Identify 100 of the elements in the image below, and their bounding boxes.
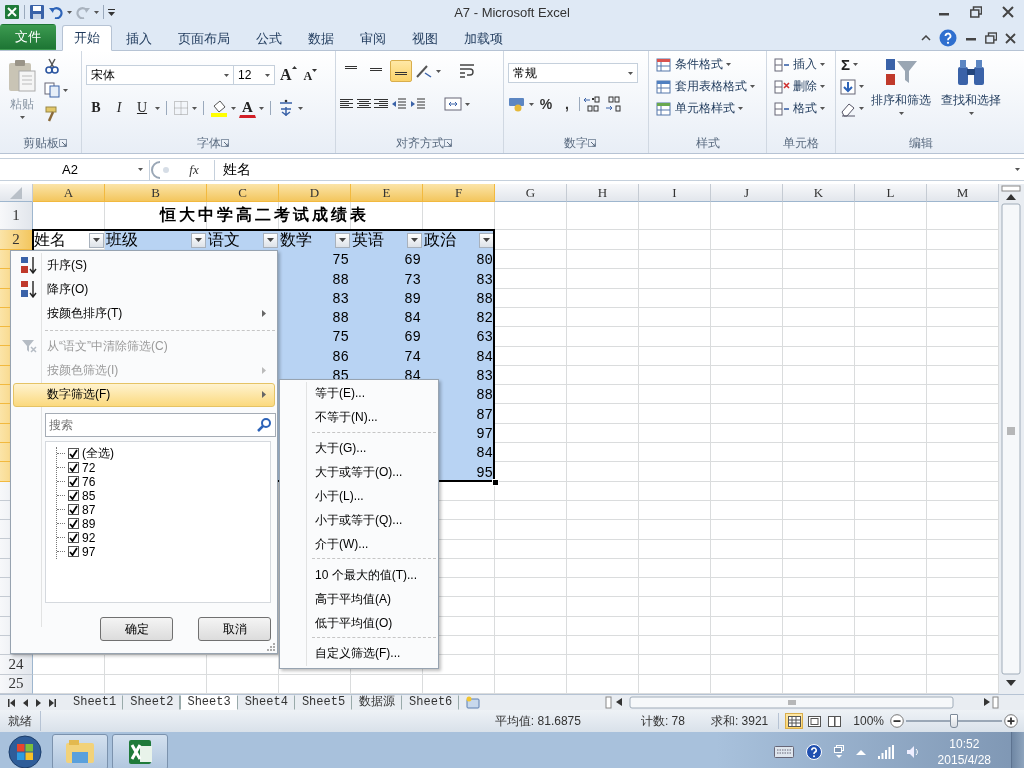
accounting-format-icon[interactable] — [508, 96, 526, 112]
caret-icon[interactable] — [267, 238, 274, 242]
spreadsheet-logo-icon[interactable] — [4, 4, 20, 20]
ribbon-menu-button[interactable]: 单元格样式 — [653, 98, 762, 119]
caret-icon[interactable] — [483, 238, 490, 242]
caret-icon[interactable] — [750, 85, 755, 88]
table-style-icon[interactable] — [656, 78, 672, 95]
zoom-level[interactable]: 100% — [843, 714, 890, 728]
autosum-button[interactable]: Σ — [840, 54, 864, 75]
menu-item[interactable]: 低于平均值(O) — [282, 611, 436, 636]
checkbox[interactable] — [68, 546, 79, 558]
horizontal-scrollbar[interactable] — [604, 695, 1000, 710]
first-sheet-icon[interactable] — [8, 698, 15, 707]
italic-button[interactable]: I — [109, 98, 129, 118]
font-name-field[interactable]: 宋体 — [86, 65, 234, 85]
menu-item[interactable]: 数字筛选(F) — [13, 382, 275, 407]
menu-item[interactable]: 10 个最大的值(T)... — [282, 563, 436, 588]
start-button[interactable] — [8, 735, 42, 768]
align-left-icon[interactable] — [340, 98, 354, 110]
table-cell[interactable]: 语文 — [207, 230, 279, 250]
ribbon-tab[interactable]: 数据 — [296, 27, 346, 50]
resize-grip-icon[interactable] — [267, 643, 275, 652]
caret-icon[interactable] — [67, 10, 72, 14]
column-header[interactable]: M — [927, 184, 999, 202]
menu-item[interactable]: 按颜色排序(T) — [13, 301, 275, 326]
ribbon-tab[interactable]: 页面布局 — [166, 27, 242, 50]
shrink-font-button[interactable]: A — [301, 65, 320, 85]
font-size-field[interactable]: 12 — [233, 65, 275, 85]
checkbox[interactable] — [68, 532, 79, 544]
caret-icon[interactable] — [1015, 168, 1020, 171]
caret-icon[interactable] — [339, 238, 346, 242]
row-header[interactable]: 2 — [0, 230, 33, 250]
align-right-icon[interactable] — [374, 98, 388, 110]
dialog-launcher-icon[interactable] — [588, 139, 596, 147]
close-icon[interactable] — [1005, 32, 1016, 44]
caret-icon[interactable] — [436, 69, 441, 73]
column-header[interactable]: L — [855, 184, 927, 202]
column-header[interactable]: B — [105, 184, 207, 202]
caret-icon[interactable] — [853, 63, 858, 66]
row-header[interactable]: 24 — [0, 655, 33, 675]
menu-item[interactable]: 自定义筛选(F)... — [282, 641, 436, 666]
column-header[interactable]: C — [207, 184, 279, 202]
checkbox[interactable] — [68, 518, 79, 530]
down-arrow-icon[interactable] — [312, 69, 318, 72]
menu-item[interactable]: 小于或等于(Q)... — [282, 508, 436, 533]
scissors-icon[interactable] — [44, 58, 60, 74]
checkbox-label[interactable]: 89 — [82, 516, 96, 531]
merge-cells-icon[interactable] — [444, 96, 462, 112]
ribbon-tab[interactable]: 公式 — [244, 27, 294, 50]
font-color-button[interactable]: A — [239, 98, 256, 118]
caret-icon[interactable] — [726, 63, 731, 66]
taskbar-button[interactable] — [112, 734, 168, 768]
fill-color-icon[interactable] — [210, 99, 228, 117]
column-header[interactable]: J — [711, 184, 783, 202]
dialog-launcher-icon[interactable] — [58, 139, 67, 147]
fill-down-icon[interactable] — [840, 78, 856, 95]
dialog-button[interactable]: 确定 — [100, 617, 173, 642]
menu-item[interactable]: 高于平均值(A) — [282, 587, 436, 612]
next-sheet-icon[interactable] — [36, 698, 41, 707]
column-header[interactable]: F — [423, 184, 495, 202]
ribbon-menu-button[interactable]: 套用表格格式 — [653, 76, 762, 97]
menu-item[interactable]: 升序(S) — [13, 253, 275, 278]
checkbox[interactable] — [68, 490, 79, 502]
ribbon-tab[interactable]: 加载项 — [452, 27, 515, 50]
ribbon-menu-button[interactable]: 插入 — [771, 54, 831, 75]
dialog-launcher-icon[interactable] — [443, 139, 452, 147]
caret-icon[interactable] — [94, 10, 99, 14]
percent-button[interactable]: % — [537, 94, 555, 114]
caret-icon[interactable] — [820, 107, 825, 110]
caret-icon[interactable] — [258, 106, 264, 110]
clipboard-icon[interactable] — [7, 59, 37, 93]
last-sheet-icon[interactable] — [49, 698, 56, 707]
bold-button[interactable]: B — [86, 98, 106, 118]
align-center-icon[interactable] — [357, 98, 371, 110]
column-header[interactable]: G — [495, 184, 567, 202]
ribbon-menu-button[interactable]: 删除 — [771, 76, 831, 97]
table-cell[interactable]: 数学 — [279, 230, 351, 250]
filter-dropdown-button[interactable] — [89, 232, 104, 248]
column-header[interactable]: E — [351, 184, 423, 202]
caret-icon[interactable] — [297, 106, 303, 110]
caret-icon[interactable] — [224, 73, 229, 77]
menu-item[interactable]: 小于(L)... — [282, 484, 436, 509]
caret-icon[interactable] — [859, 107, 864, 110]
dialog-launcher-icon[interactable] — [220, 139, 229, 147]
close-icon[interactable] — [1002, 6, 1014, 18]
table-style-icon[interactable] — [656, 100, 672, 117]
caret-icon[interactable] — [19, 116, 25, 119]
checkbox[interactable] — [68, 476, 79, 488]
help-icon[interactable] — [805, 744, 822, 760]
table-cell[interactable]: 班级 — [105, 230, 207, 250]
checkbox-label[interactable]: 72 — [82, 460, 96, 475]
increase-decimal-icon[interactable] — [583, 96, 601, 112]
filter-dropdown-button[interactable] — [263, 232, 278, 248]
zoom-slider[interactable] — [906, 713, 1002, 729]
vertical-scrollbar[interactable] — [999, 184, 1024, 694]
help-icon[interactable] — [939, 29, 957, 47]
find-select-button[interactable]: 查找和选择 — [938, 54, 1004, 133]
number-format-field[interactable]: 常规 — [508, 63, 638, 83]
cell-format-icon[interactable] — [774, 100, 790, 117]
ribbon-tab[interactable]: 视图 — [400, 27, 450, 50]
